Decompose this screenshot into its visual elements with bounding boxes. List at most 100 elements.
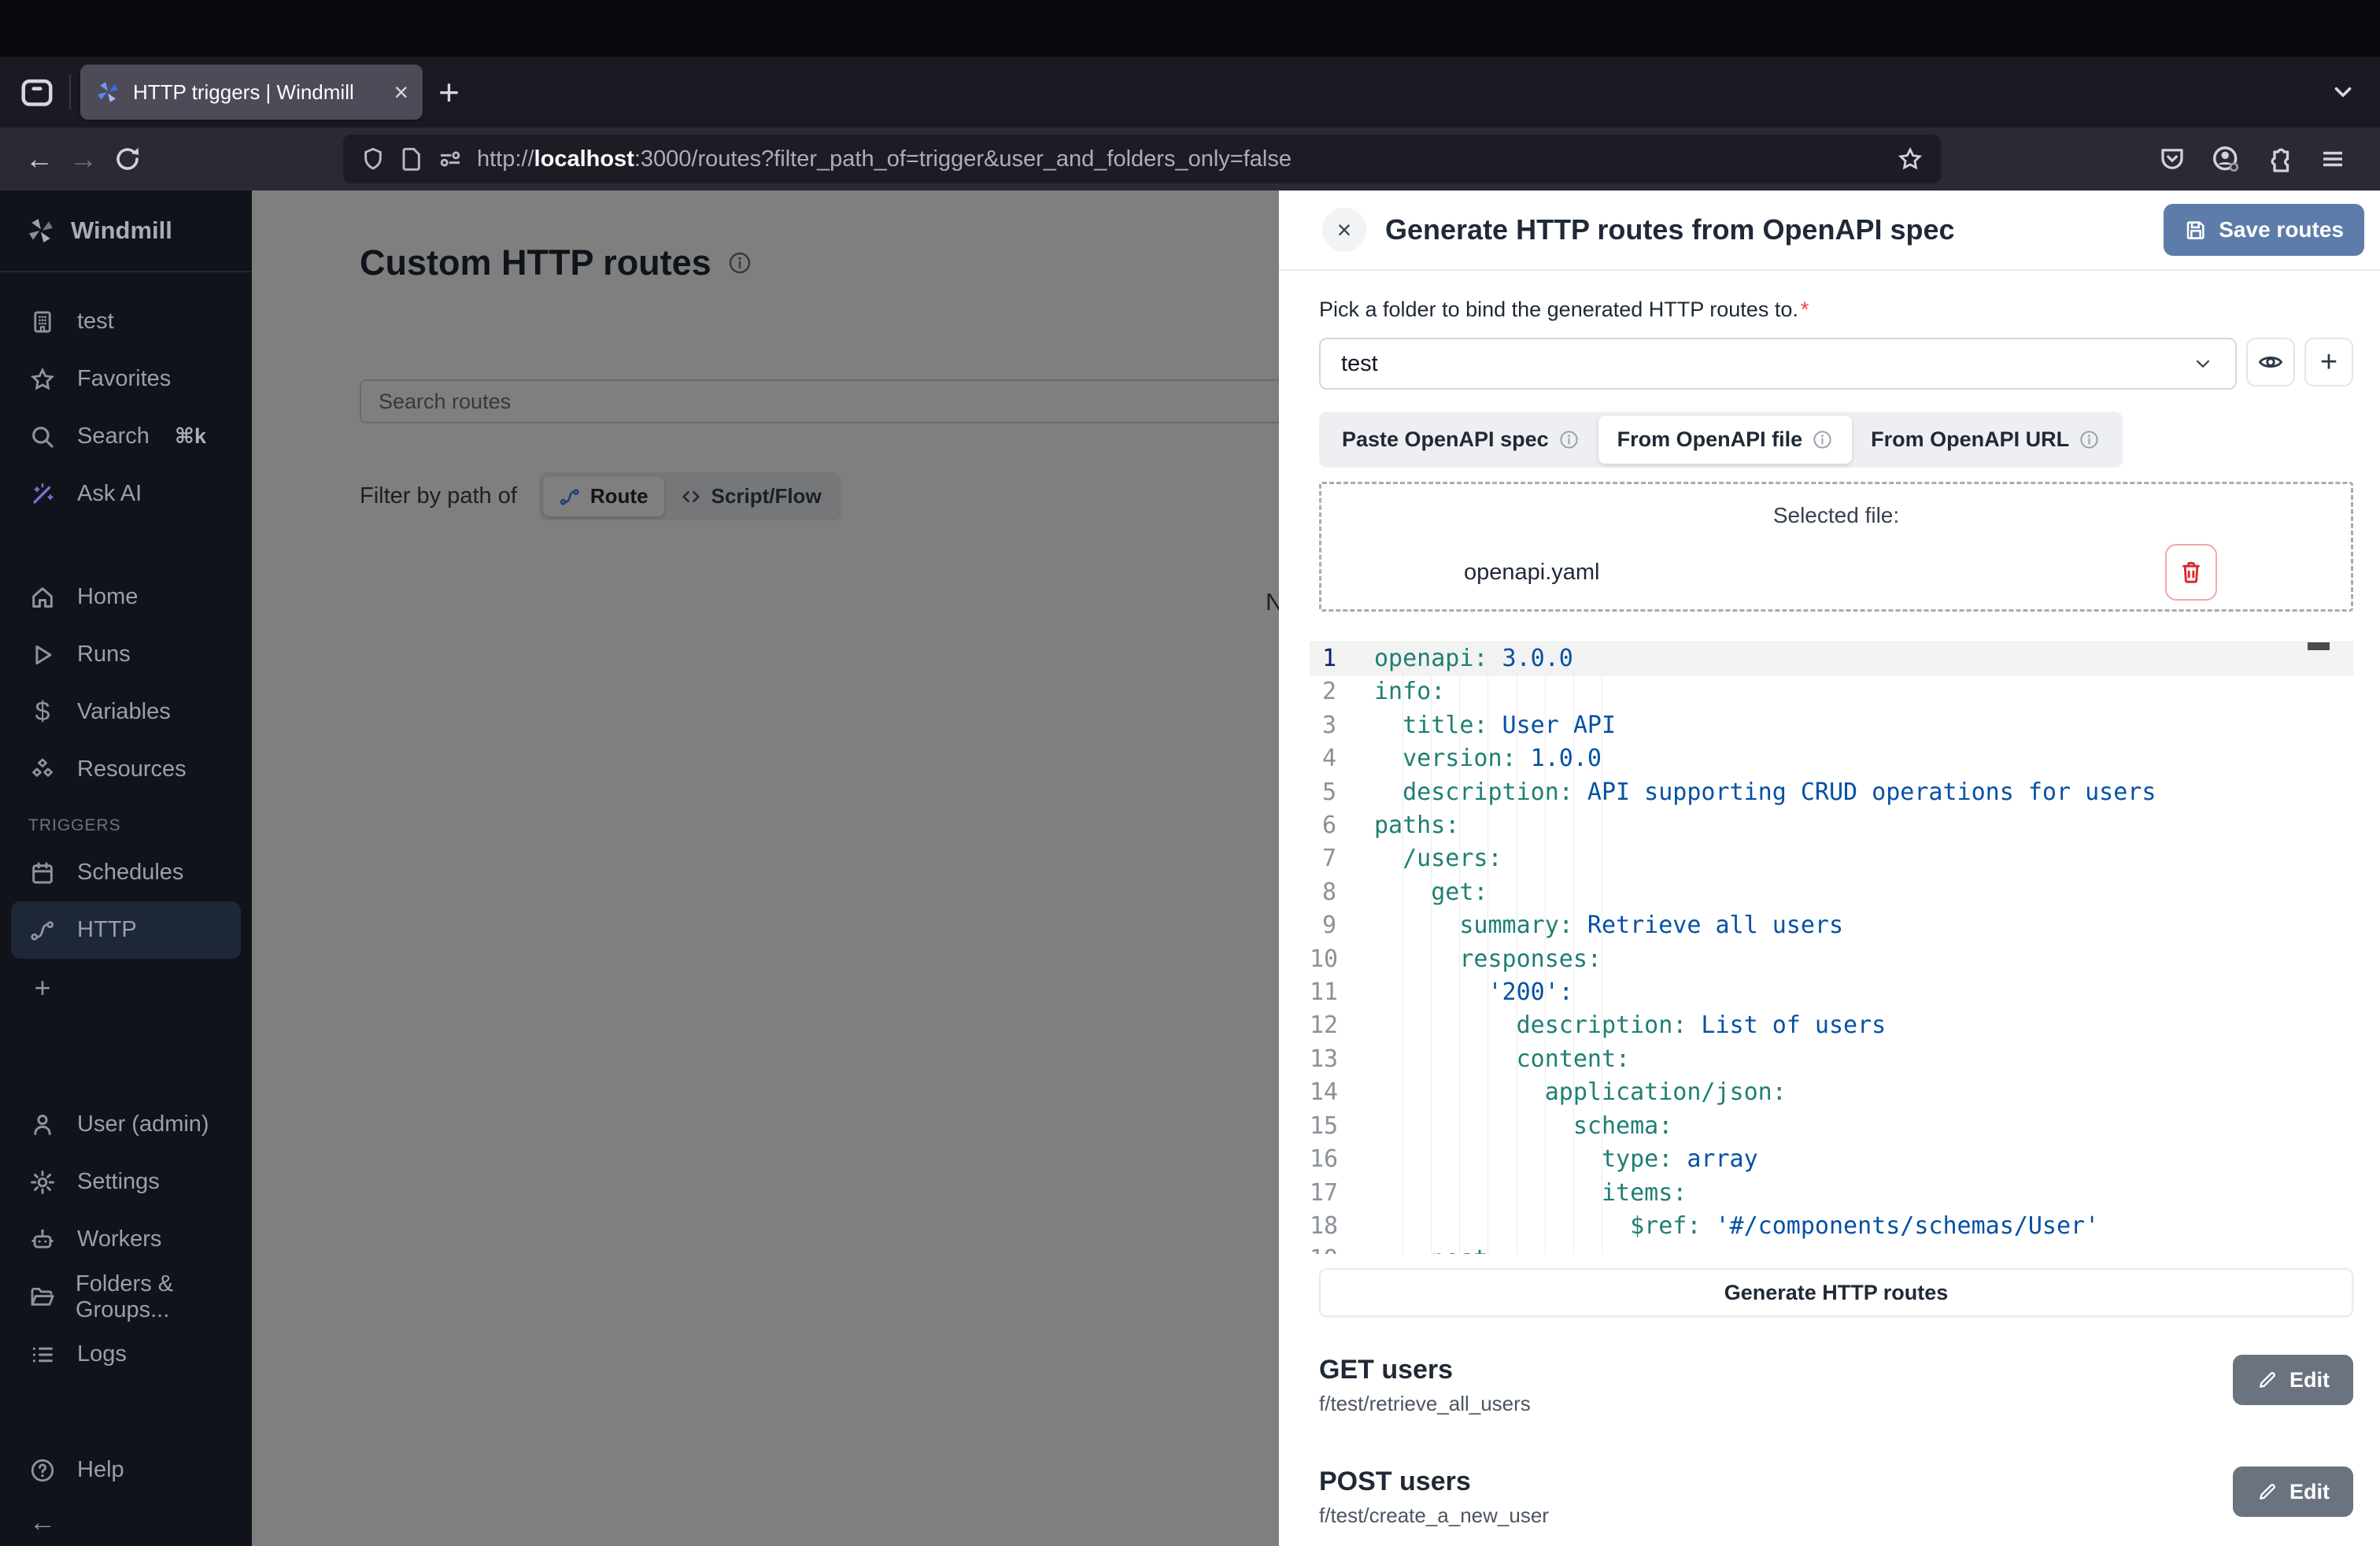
indent-guide bbox=[1402, 676, 1403, 1254]
robot-icon bbox=[28, 1226, 57, 1253]
url-text[interactable]: http://localhost:3000/routes?filter_path… bbox=[477, 146, 1883, 172]
help-icon bbox=[28, 1457, 57, 1484]
folder-icon bbox=[28, 1284, 55, 1311]
code-line: 8 get: bbox=[1310, 876, 2353, 909]
calendar-icon bbox=[28, 860, 57, 886]
code-line: 18 $ref: '#/components/schemas/User' bbox=[1310, 1210, 2353, 1243]
code-line: 5 description: API supporting CRUD opera… bbox=[1310, 776, 2353, 809]
browser-tab[interactable]: HTTP triggers | Windmill × bbox=[80, 65, 423, 120]
tab-list-chevron-icon[interactable] bbox=[2330, 79, 2356, 105]
sidebar-item-logs[interactable]: Logs bbox=[0, 1326, 252, 1383]
sidebar: Windmill test Favorites Search ⌘k Ask AI bbox=[0, 190, 252, 1546]
sidebar-item-runs[interactable]: Runs bbox=[0, 626, 252, 683]
code-line: 16 type: array bbox=[1310, 1143, 2353, 1176]
tab-title: HTTP triggers | Windmill bbox=[133, 80, 382, 105]
permissions-icon[interactable] bbox=[438, 146, 463, 172]
back-button[interactable]: ← bbox=[17, 137, 61, 181]
sidebar-item-help[interactable]: Help bbox=[0, 1441, 252, 1499]
editor-scrollbar-thumb[interactable] bbox=[2308, 642, 2330, 650]
code-line: 9 summary: Retrieve all users bbox=[1310, 909, 2353, 942]
sidebar-item-resources[interactable]: Resources bbox=[0, 741, 252, 798]
sidebar-item-search[interactable]: Search ⌘k bbox=[0, 408, 252, 465]
extensions-icon[interactable] bbox=[2259, 139, 2300, 179]
indent-guide bbox=[1573, 676, 1574, 1254]
pocket-icon[interactable] bbox=[2152, 139, 2193, 179]
browser-toolbar: ← → http://localhost:3000/routes?filter_… bbox=[0, 128, 2380, 190]
browser-tab-strip: HTTP triggers | Windmill × + bbox=[0, 57, 2380, 128]
save-routes-button[interactable]: Save routes bbox=[2164, 204, 2364, 256]
plus-icon: + bbox=[2320, 347, 2338, 377]
sidebar-item-settings[interactable]: Settings bbox=[0, 1153, 252, 1211]
route-name: POST users bbox=[1319, 1466, 2233, 1497]
tab-from-openapi-url[interactable]: From OpenAPI URL bbox=[1852, 416, 2119, 464]
sidebar-item-favorites[interactable]: Favorites bbox=[0, 350, 252, 408]
drawer-title: Generate HTTP routes from OpenAPI spec bbox=[1385, 213, 2145, 246]
list-icon bbox=[28, 1341, 57, 1368]
sidebar-item-workspace[interactable]: test bbox=[0, 293, 252, 350]
building-icon bbox=[28, 309, 57, 335]
page-info-icon[interactable] bbox=[400, 146, 423, 172]
gear-icon bbox=[28, 1169, 57, 1196]
sidebar-item-ask-ai[interactable]: Ask AI bbox=[0, 465, 252, 523]
firefox-view-icon[interactable] bbox=[11, 68, 63, 116]
generate-routes-button[interactable]: Generate HTTP routes bbox=[1319, 1268, 2353, 1317]
indent-guide bbox=[1431, 676, 1432, 1254]
url-bar[interactable]: http://localhost:3000/routes?filter_path… bbox=[343, 135, 1941, 183]
sidebar-logo[interactable]: Windmill bbox=[0, 190, 252, 272]
tab-close-icon[interactable]: × bbox=[394, 80, 408, 105]
forward-button[interactable]: → bbox=[61, 137, 105, 181]
indent-guide bbox=[1459, 676, 1460, 1254]
route-path: f/test/create_a_new_user bbox=[1319, 1503, 2233, 1528]
remove-file-button[interactable] bbox=[2165, 544, 2217, 601]
code-line: 14 application/json: bbox=[1310, 1076, 2353, 1109]
dollar-icon: $ bbox=[28, 697, 57, 727]
required-asterisk: * bbox=[1801, 298, 1809, 321]
home-icon bbox=[28, 584, 57, 611]
spec-source-tabs: Paste OpenAPI spec From OpenAPI file Fro… bbox=[1319, 412, 2123, 468]
reload-button[interactable] bbox=[105, 137, 150, 181]
add-folder-button[interactable]: + bbox=[2304, 338, 2353, 386]
folder-select-value: test bbox=[1341, 351, 2191, 377]
account-icon[interactable] bbox=[2205, 139, 2246, 179]
sidebar-item-variables[interactable]: $ Variables bbox=[0, 683, 252, 741]
code-line: 15 schema: bbox=[1310, 1110, 2353, 1143]
star-icon bbox=[28, 366, 57, 393]
new-tab-button[interactable]: + bbox=[438, 74, 460, 110]
window-titlebar bbox=[0, 0, 2380, 57]
tab-from-openapi-file[interactable]: From OpenAPI file bbox=[1598, 416, 1853, 464]
code-line: 6paths: bbox=[1310, 809, 2353, 842]
code-line: 11 '200': bbox=[1310, 976, 2353, 1009]
sidebar-item-http[interactable]: HTTP bbox=[11, 901, 241, 959]
sidebar-item-home[interactable]: Home bbox=[0, 568, 252, 626]
info-icon[interactable] bbox=[2079, 429, 2100, 450]
shield-icon[interactable] bbox=[360, 146, 386, 172]
code-line: 10 responses: bbox=[1310, 943, 2353, 976]
code-line: 2info: bbox=[1310, 675, 2353, 708]
sidebar-item-workers[interactable]: Workers bbox=[0, 1211, 252, 1268]
code-line: 7 /users: bbox=[1310, 842, 2353, 875]
openapi-drawer: × Generate HTTP routes from OpenAPI spec… bbox=[1279, 190, 2380, 1546]
play-icon bbox=[28, 642, 57, 668]
folder-select[interactable]: test bbox=[1319, 338, 2237, 390]
edit-route-button[interactable]: Edit bbox=[2233, 1355, 2353, 1405]
person-icon bbox=[28, 1111, 57, 1138]
code-line: 17 items: bbox=[1310, 1177, 2353, 1210]
sidebar-item-schedules[interactable]: Schedules bbox=[0, 844, 252, 901]
openapi-code-editor[interactable]: 1openapi: 3.0.02info:3 title: User API4 … bbox=[1310, 642, 2353, 1254]
view-folder-button[interactable] bbox=[2246, 338, 2295, 386]
sidebar-collapse-button[interactable]: ← bbox=[0, 1499, 252, 1546]
code-line: 1openapi: 3.0.0 bbox=[1310, 642, 2353, 675]
info-icon[interactable] bbox=[1558, 429, 1580, 450]
code-line: 13 content: bbox=[1310, 1043, 2353, 1076]
selected-file-dropzone[interactable]: Selected file: openapi.yaml bbox=[1319, 482, 2353, 612]
sidebar-item-user[interactable]: User (admin) bbox=[0, 1096, 252, 1153]
close-drawer-button[interactable]: × bbox=[1322, 208, 1366, 252]
tab-paste-openapi-spec[interactable]: Paste OpenAPI spec bbox=[1323, 416, 1598, 464]
info-icon[interactable] bbox=[1812, 429, 1833, 450]
sidebar-item-folders-groups[interactable]: Folders & Groups... bbox=[0, 1268, 252, 1326]
sidebar-add-trigger[interactable]: + bbox=[0, 959, 252, 1016]
bookmark-star-icon[interactable] bbox=[1897, 146, 1924, 172]
code-line: 4 version: 1.0.0 bbox=[1310, 742, 2353, 775]
menu-icon[interactable] bbox=[2312, 139, 2353, 179]
edit-route-button[interactable]: Edit bbox=[2233, 1466, 2353, 1517]
